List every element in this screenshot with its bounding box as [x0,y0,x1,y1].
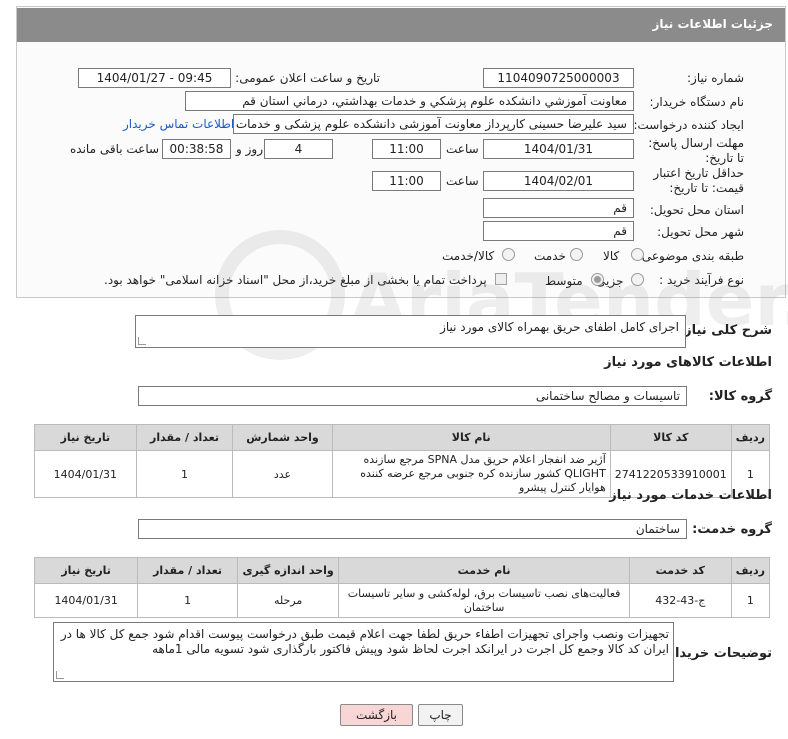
goods-col-row: ردیف [730,424,771,451]
services-cell-qty: 1 [137,583,238,618]
goods-cell-name: آژیر ضد انفجار اعلام حریق مدل SPNA مرجع … [331,450,611,498]
services-col-unit: واحد اندازه گیری [236,557,340,584]
goods-group-label: گروه کالا: [708,389,772,404]
services-col-date: تاریخ نیاز [33,557,139,584]
validity-time-label: ساعت [446,174,479,188]
reply-deadline-label: مهلت ارسال پاسخ: تا تاریخ: [648,136,744,165]
category-both-radio[interactable] [502,248,515,261]
day-and-label: روز و [236,142,263,156]
time-left-field: 00:38:58 [162,139,231,159]
panel-header: جزئیات اطلاعات نیاز [17,8,785,42]
goods-group-field: تاسیسات و مصالح ساختمانی [138,386,687,406]
services-section-title: اطلاعات خدمات مورد نیاز [609,488,772,503]
resize-grip-icon[interactable] [138,337,146,345]
province-field: قم [483,198,634,218]
delivery-city-label: شهر محل تحویل: [657,225,744,239]
days-left-field: 4 [264,139,333,159]
process-type-label: نوع فرآیند خرید : [659,273,744,287]
goods-col-date: تاریخ نیاز [34,424,137,451]
category-label: طبقه بندی موضوعی: [637,249,744,263]
process-medium-radio[interactable] [591,273,604,286]
services-cell-date: 1404/01/31 [33,583,139,618]
treasury-note: پرداخت تمام یا بخشی از مبلغ خرید،از محل … [104,273,487,287]
process-medium-label: متوسط [545,274,583,288]
remaining-label: ساعت باقی مانده [70,142,160,156]
need-number-field: 1104090725000003 [483,68,634,88]
services-table: ردیف کد خدمت نام خدمت واحد اندازه گیری ت… [33,557,771,618]
summary-textarea[interactable]: اجرای کامل اطفای حریق بهمراه کالای مورد … [135,315,686,348]
validity-date-field: 1404/02/01 [483,171,634,191]
services-col-qty: تعداد / مقدار [137,557,238,584]
services-cell-row: 1 [730,583,771,618]
services-col-code: کد خدمت [628,557,732,584]
need-number-label: شماره نیاز: [687,71,744,85]
buyer-org-label: نام دستگاه خریدار: [649,95,745,109]
reply-date-field: 1404/01/31 [483,139,634,159]
goods-cell-qty: 1 [135,450,234,498]
requester-field: سید علیرضا حسینی کارپرداز معاونت آموزشی … [233,114,634,134]
announce-datetime-label: تاریخ و ساعت اعلان عمومی: [235,71,380,85]
category-goods-label: کالا [603,249,620,263]
validity-time-field: 11:00 [372,171,441,191]
summary-text: اجرای کامل اطفای حریق بهمراه کالای مورد … [440,320,679,334]
goods-section-title: اطلاعات کالاهای مورد نیاز [604,355,772,370]
goods-col-name: نام کالا [331,424,611,451]
reply-time-field: 11:00 [372,139,441,159]
buyer-notes-textarea[interactable]: تجهیزات ونصب واجرای تجهیزات اطفاء حریق ل… [53,622,674,682]
print-button[interactable]: چاپ [418,704,463,726]
summary-label: شرح کلی نیاز: [678,323,772,338]
process-minor-radio[interactable] [631,273,644,286]
category-service-radio[interactable] [570,248,583,261]
goods-col-code: کد کالا [609,424,732,451]
goods-cell-date: 1404/01/31 [34,450,137,498]
goods-col-unit: واحد شمارش [232,424,333,451]
delivery-province-label: استان محل تحویل: [649,203,744,217]
buyer-notes-label: توضیحات خریدار: [662,646,772,661]
back-button[interactable]: بازگشت [340,704,413,726]
services-col-row: ردیف [730,557,771,584]
buyer-contact-link[interactable]: اطلاعات تماس خریدار [123,117,234,131]
services-cell-code: ج-43-432 [628,583,732,618]
city-field: قم [483,221,634,241]
service-group-label: گروه خدمت: [692,522,772,537]
goods-cell-unit: عدد [232,450,333,498]
buyer-org-field: معاونت آموزشي دانشكده علوم پزشكي و خدمات… [185,91,634,111]
goods-table: ردیف کد کالا نام کالا واحد شمارش تعداد /… [34,424,771,498]
table-row: 1 ج-43-432 فعالیت‌های نصب تاسیسات برق، ل… [33,583,771,618]
services-cell-unit: مرحله [236,583,340,618]
category-goods-radio[interactable] [631,248,644,261]
services-cell-name: فعالیت‌های نصب تاسیسات برق، لوله‌کشی و س… [338,583,630,618]
treasury-checkbox[interactable] [495,273,507,285]
goods-col-qty: تعداد / مقدار [135,424,234,451]
price-validity-label: حداقل تاریخ اعتبار قیمت: تا تاریخ: [653,166,744,195]
buyer-notes-text: تجهیزات ونصب واجرای تجهیزات اطفاء حریق ل… [60,627,669,656]
announce-datetime-field: 1404/01/27 - 09:45 [78,68,231,88]
reply-time-label: ساعت [446,142,479,156]
category-service-label: خدمت [534,249,566,263]
requester-label: ایجاد کننده درخواست: [633,118,744,132]
category-both-label: کالا/خدمت [442,249,495,263]
services-col-name: نام خدمت [338,557,630,584]
resize-grip-icon[interactable] [56,671,64,679]
service-group-field: ساختمان [138,519,687,539]
